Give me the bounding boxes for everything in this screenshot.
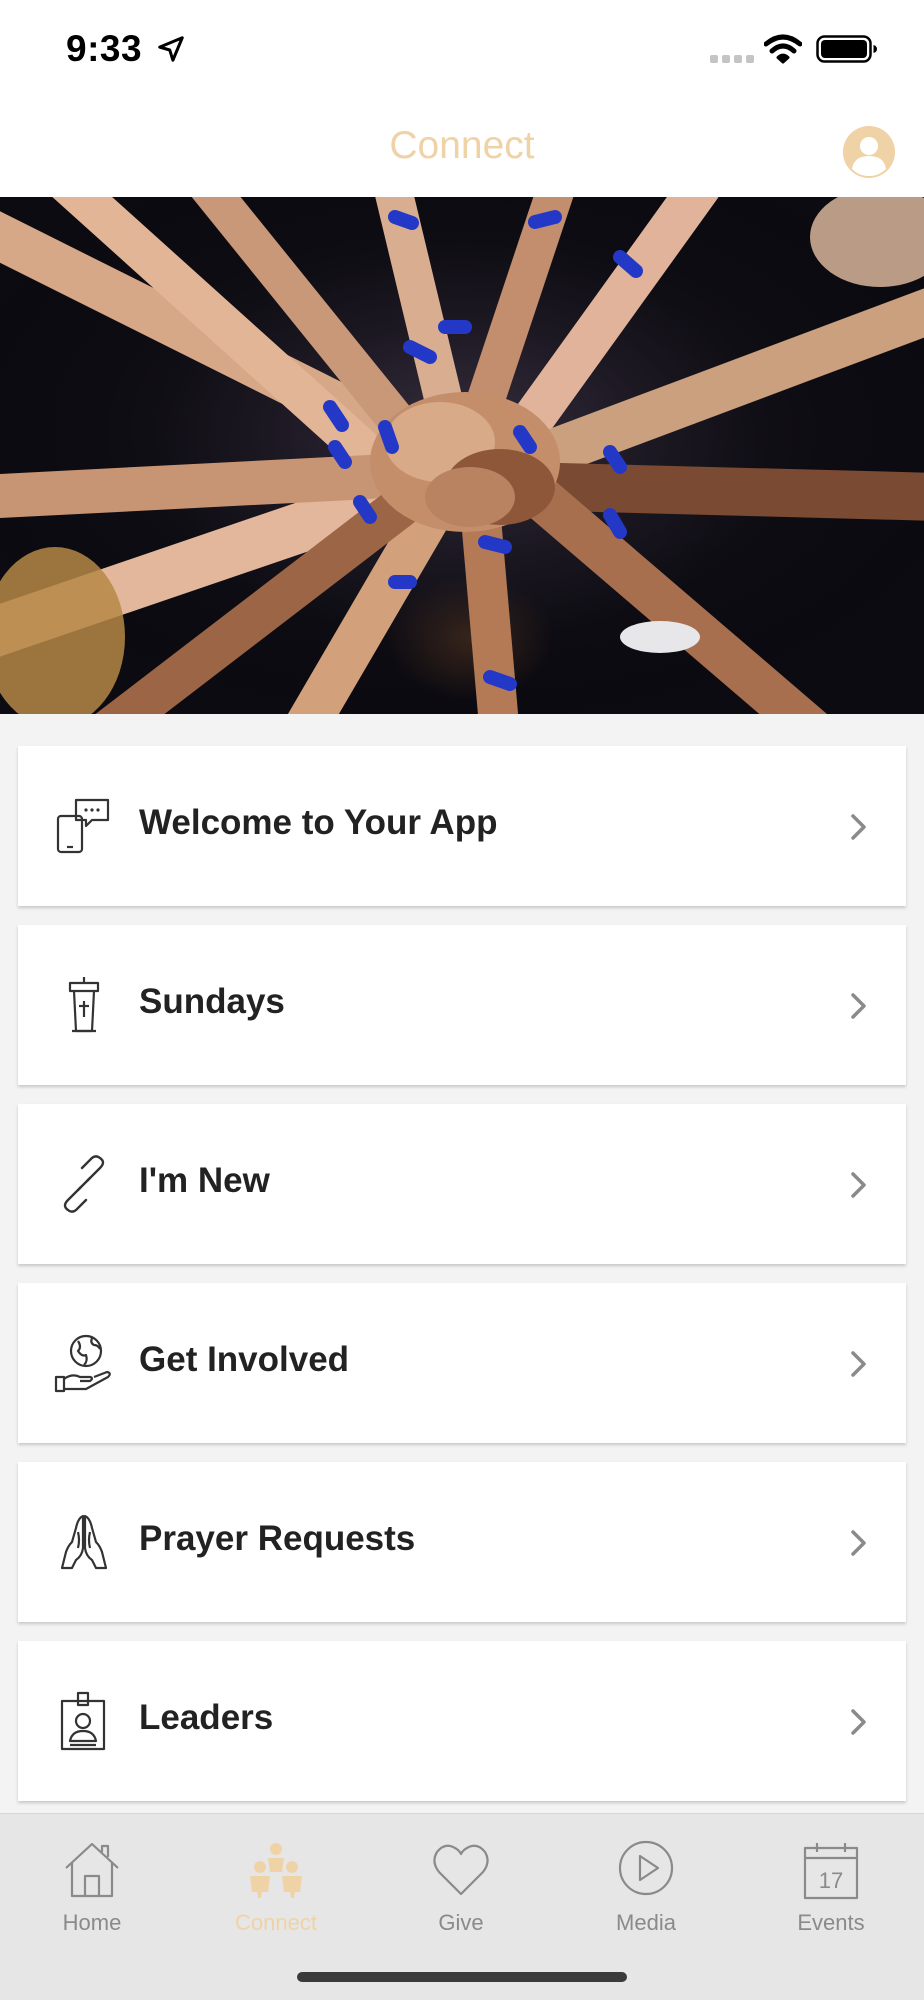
heart-icon: [433, 1844, 489, 1896]
battery-icon: [816, 35, 877, 63]
hero-image: [0, 197, 924, 714]
tab-events[interactable]: 17 Events: [739, 1828, 923, 1948]
location-arrow-icon: [158, 36, 184, 62]
chevron-right-icon: [851, 1351, 866, 1377]
phone-chat-icon: [56, 798, 110, 854]
tab-connect[interactable]: Connect: [184, 1828, 368, 1948]
tab-label: Give: [438, 1910, 484, 1935]
chevron-right-icon: [851, 1530, 866, 1556]
wifi-icon: [764, 34, 802, 64]
status-bar: 9:33: [0, 0, 924, 100]
menu-item-get-involved[interactable]: Get Involved: [18, 1283, 906, 1443]
menu-item-sundays[interactable]: Sundays: [18, 925, 906, 1085]
profile-button[interactable]: [843, 126, 895, 178]
menu-item-label: Welcome to Your App: [139, 803, 498, 842]
menu-item-welcome[interactable]: Welcome to Your App: [18, 746, 906, 906]
tab-label: Media: [616, 1910, 676, 1935]
navigation-bar: Connect: [0, 100, 924, 197]
chevron-right-icon: [851, 1709, 866, 1735]
status-time: 9:33: [66, 28, 143, 69]
page-title: Connect: [389, 124, 535, 167]
menu-item-im-new[interactable]: I'm New: [18, 1104, 906, 1264]
menu-item-label: I'm New: [139, 1161, 270, 1200]
play-icon: [618, 1840, 674, 1896]
tab-media[interactable]: Media: [554, 1828, 738, 1948]
menu-item-leaders[interactable]: Leaders: [18, 1641, 906, 1801]
chevron-right-icon: [851, 993, 866, 1019]
chevron-right-icon: [851, 1172, 866, 1198]
menu-item-prayer-requests[interactable]: Prayer Requests: [18, 1462, 906, 1622]
tab-label: Connect: [235, 1910, 317, 1935]
chevron-right-icon: [851, 814, 866, 840]
cellular-signal-icon: [710, 55, 754, 63]
home-icon: [65, 1842, 119, 1898]
link-icon: [63, 1155, 105, 1213]
tab-give[interactable]: Give: [369, 1828, 553, 1948]
connect-menu-list: Welcome to Your App Sundays I'm New Get …: [18, 746, 906, 1820]
menu-item-label: Get Involved: [139, 1340, 350, 1379]
menu-item-label: Leaders: [139, 1698, 274, 1737]
calendar-day-text: 17: [819, 1868, 843, 1893]
home-indicator: [297, 1972, 627, 1982]
hands-together-illustration: [0, 197, 924, 714]
praying-hands-icon: [60, 1514, 108, 1570]
connect-screen: 9:33 Connect Welcome to Your App Sundays…: [0, 0, 924, 2000]
pulpit-icon: [68, 977, 100, 1033]
id-badge-icon: [60, 1691, 106, 1751]
user-avatar-icon: [843, 126, 895, 178]
tab-label: Events: [797, 1910, 865, 1935]
menu-item-label: Prayer Requests: [139, 1519, 416, 1558]
people-icon: [250, 1843, 302, 1898]
calendar-icon: 17: [803, 1843, 859, 1900]
tab-label: Home: [62, 1910, 122, 1935]
menu-item-label: Sundays: [139, 982, 285, 1021]
tab-home[interactable]: Home: [0, 1828, 184, 1948]
globe-hand-icon: [54, 1334, 111, 1393]
